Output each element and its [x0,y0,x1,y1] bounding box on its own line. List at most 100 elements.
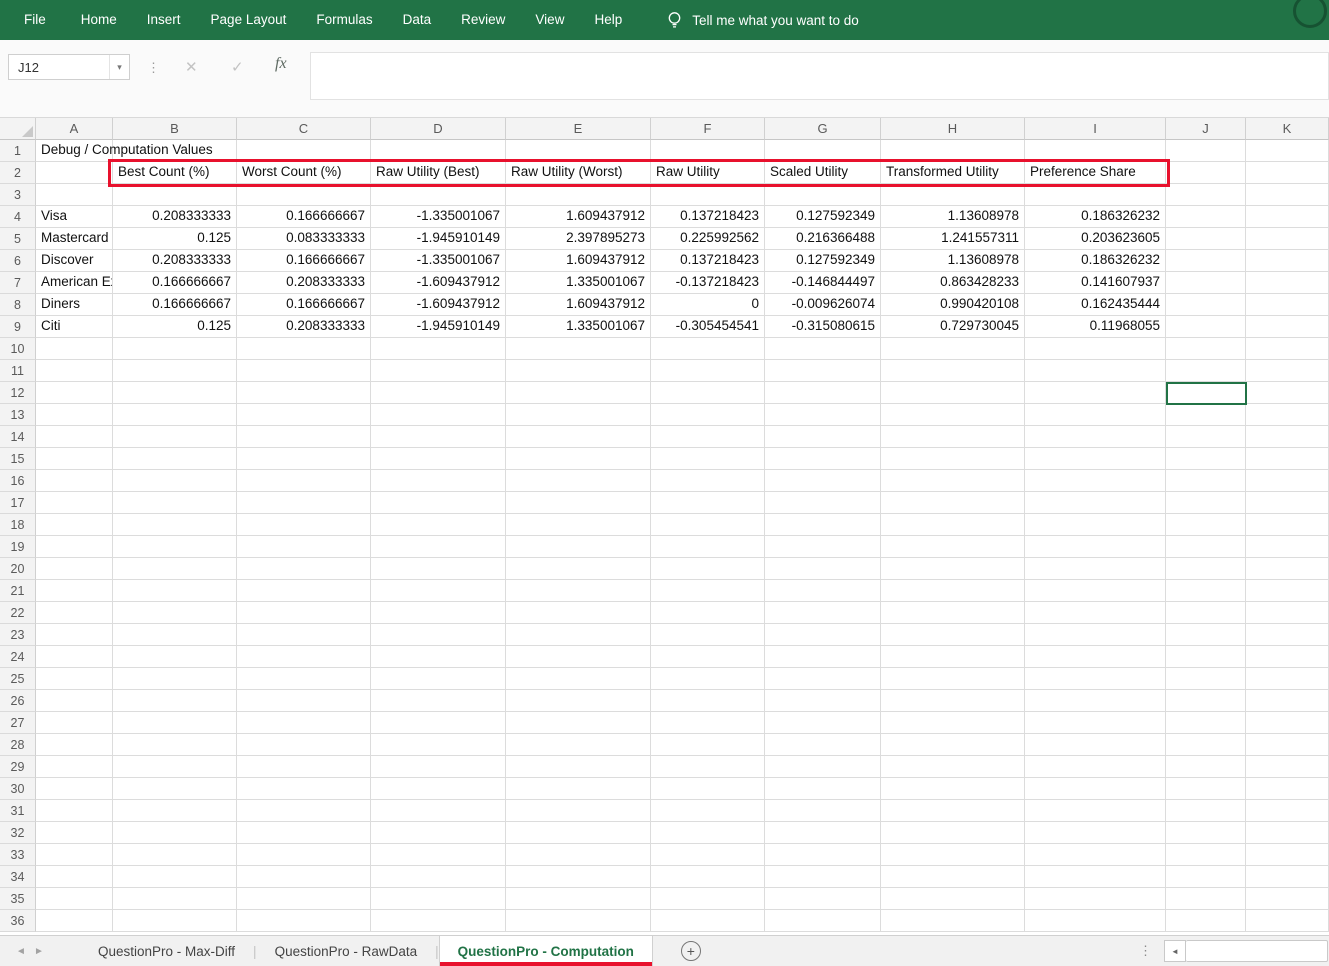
cell-C24[interactable] [237,646,371,668]
cell-D12[interactable] [371,382,506,404]
cell-B36[interactable] [113,910,237,932]
cell-A31[interactable] [36,800,113,822]
cell-K4[interactable] [1246,206,1329,228]
cell-I34[interactable] [1025,866,1166,888]
cell-D34[interactable] [371,866,506,888]
row-header-36[interactable]: 36 [0,910,36,932]
cell-J15[interactable] [1166,448,1246,470]
cell-D18[interactable] [371,514,506,536]
cell-G31[interactable] [765,800,881,822]
ribbon-tab-view[interactable]: View [520,0,579,40]
cell-K33[interactable] [1246,844,1329,866]
cell-C18[interactable] [237,514,371,536]
cell-H36[interactable] [881,910,1025,932]
cell-G26[interactable] [765,690,881,712]
cell-F35[interactable] [651,888,765,910]
cell-B21[interactable] [113,580,237,602]
cell-I1[interactable] [1025,140,1166,162]
cell-G34[interactable] [765,866,881,888]
cell-D16[interactable] [371,470,506,492]
row-header-2[interactable]: 2 [0,162,36,184]
cell-H14[interactable] [881,426,1025,448]
cell-C22[interactable] [237,602,371,624]
cell-J31[interactable] [1166,800,1246,822]
cell-H34[interactable] [881,866,1025,888]
cell-J32[interactable] [1166,822,1246,844]
cell-C34[interactable] [237,866,371,888]
ribbon-tab-file[interactable]: File [0,0,66,40]
row-header-14[interactable]: 14 [0,426,36,448]
cell-H18[interactable] [881,514,1025,536]
cell-C23[interactable] [237,624,371,646]
cell-C25[interactable] [237,668,371,690]
cell-I14[interactable] [1025,426,1166,448]
cell-B22[interactable] [113,602,237,624]
cell-B31[interactable] [113,800,237,822]
row-header-17[interactable]: 17 [0,492,36,514]
cell-D32[interactable] [371,822,506,844]
cell-K12[interactable] [1246,382,1329,404]
cell-G13[interactable] [765,404,881,426]
cell-A19[interactable] [36,536,113,558]
cell-D11[interactable] [371,360,506,382]
sheet-nav-right-icon[interactable]: ► [30,936,48,966]
cell-C36[interactable] [237,910,371,932]
cell-E11[interactable] [506,360,651,382]
cell-K28[interactable] [1246,734,1329,756]
cell-A34[interactable] [36,866,113,888]
cell-A10[interactable] [36,338,113,360]
cell-C31[interactable] [237,800,371,822]
cell-H16[interactable] [881,470,1025,492]
cell-A23[interactable] [36,624,113,646]
cell-F26[interactable] [651,690,765,712]
ribbon-tab-review[interactable]: Review [446,0,520,40]
sheet-tab-questionpro-rawdata[interactable]: QuestionPro - RawData [257,936,436,966]
cell-B7[interactable]: 0.166666667 [113,272,237,294]
cell-I31[interactable] [1025,800,1166,822]
cell-D2[interactable]: Raw Utility (Best) [371,162,506,184]
cell-E22[interactable] [506,602,651,624]
cell-C15[interactable] [237,448,371,470]
cell-F13[interactable] [651,404,765,426]
cell-A36[interactable] [36,910,113,932]
cell-J2[interactable] [1166,162,1246,184]
cell-I27[interactable] [1025,712,1166,734]
cell-F4[interactable]: 0.137218423 [651,206,765,228]
cell-B5[interactable]: 0.125 [113,228,237,250]
cell-J34[interactable] [1166,866,1246,888]
cell-H28[interactable] [881,734,1025,756]
ribbon-tab-data[interactable]: Data [388,0,447,40]
cell-E19[interactable] [506,536,651,558]
cell-E21[interactable] [506,580,651,602]
cell-F28[interactable] [651,734,765,756]
ribbon-tab-home[interactable]: Home [66,0,132,40]
cell-J25[interactable] [1166,668,1246,690]
cell-G32[interactable] [765,822,881,844]
cell-F31[interactable] [651,800,765,822]
cell-A15[interactable] [36,448,113,470]
cell-F3[interactable] [651,184,765,206]
cell-E25[interactable] [506,668,651,690]
cell-G29[interactable] [765,756,881,778]
cell-C21[interactable] [237,580,371,602]
ribbon-tab-page-layout[interactable]: Page Layout [196,0,302,40]
cell-A21[interactable] [36,580,113,602]
cell-J17[interactable] [1166,492,1246,514]
cell-J3[interactable] [1166,184,1246,206]
cell-F5[interactable]: 0.225992562 [651,228,765,250]
cell-J19[interactable] [1166,536,1246,558]
cell-B4[interactable]: 0.208333333 [113,206,237,228]
cell-K15[interactable] [1246,448,1329,470]
cell-K9[interactable] [1246,316,1329,338]
cell-I3[interactable] [1025,184,1166,206]
cell-I32[interactable] [1025,822,1166,844]
col-header-B[interactable]: B [113,118,237,140]
cell-F33[interactable] [651,844,765,866]
cell-G16[interactable] [765,470,881,492]
cell-J16[interactable] [1166,470,1246,492]
cell-A8[interactable]: Diners [36,294,113,316]
cell-I36[interactable] [1025,910,1166,932]
cell-I15[interactable] [1025,448,1166,470]
cell-J33[interactable] [1166,844,1246,866]
enter-icon[interactable]: ✓ [231,58,244,76]
